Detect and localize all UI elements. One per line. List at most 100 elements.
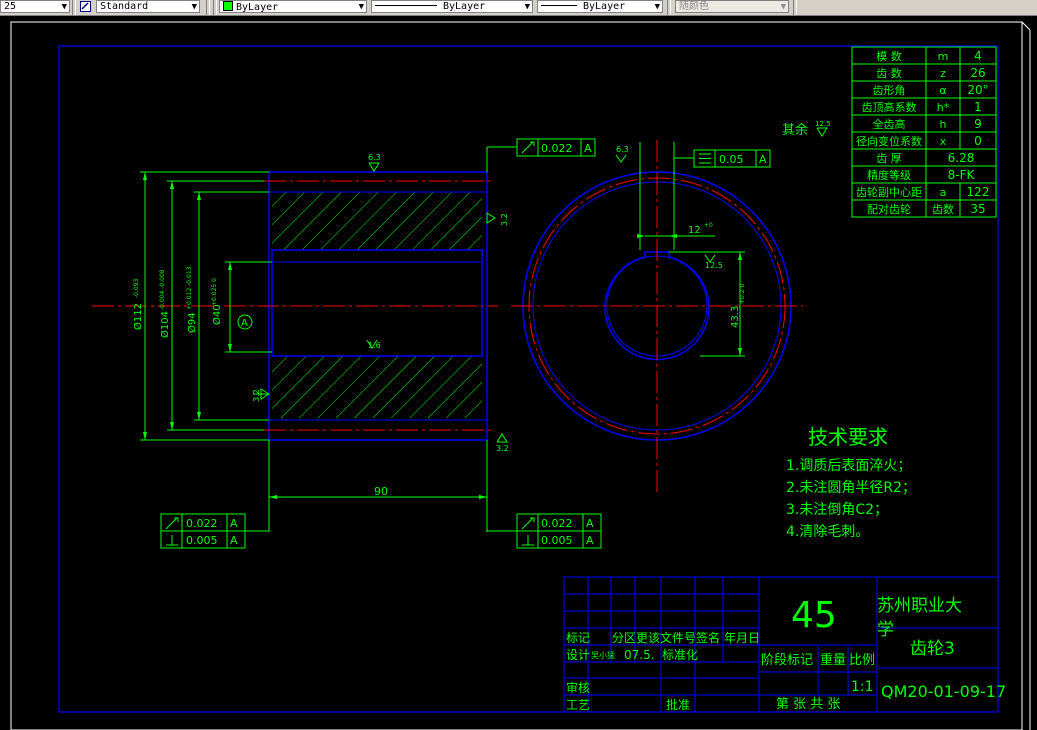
- symmetry-frame: 0.05 A: [693, 149, 771, 168]
- tol-top-val: 0.022: [541, 142, 573, 155]
- param-name: 齿 数: [876, 67, 902, 80]
- param-value: 9: [974, 117, 982, 131]
- dim-length: 90: [374, 485, 388, 498]
- param-symbol: h*: [937, 101, 950, 114]
- color-combo[interactable]: ByLayer ▼: [219, 0, 367, 13]
- symmetry-icon: [699, 153, 711, 164]
- keyway-width: 12: [688, 225, 701, 236]
- tol-bl2-datum: A: [230, 534, 238, 547]
- chevron-down-icon[interactable]: ▼: [655, 1, 660, 12]
- drawing-canvas[interactable]: Ø112 -0.093 Ø104 -0.004 -0.008 Ø94 +0.01…: [0, 15, 1037, 730]
- gear-parameter-table: 模 数 m 4 齿 数 z 26 齿形角 α 20° 齿顶高系数 h* 1 全齿高 h 9 径向变位系数 x 0 齿…: [851, 46, 997, 218]
- chevron-down-icon[interactable]: ▼: [525, 1, 530, 12]
- end-view: 12 +0 43.3 +0.2 0 12.5 6.3 0.05 A 其余 12.…: [511, 120, 831, 494]
- runout-icon: [165, 517, 179, 530]
- tol-br1-val: 0.022: [541, 517, 573, 530]
- param-name: 配对齿轮: [867, 202, 911, 216]
- param-name: 齿顶高系数: [862, 100, 917, 114]
- upper-hatch: [272, 192, 482, 250]
- lineweight-preview-icon: [541, 5, 577, 6]
- param-name: 精度等级: [867, 168, 911, 182]
- param-value: 122: [967, 185, 990, 199]
- param-value: 8-FK: [948, 168, 976, 182]
- text-style-value: Standard: [100, 1, 149, 12]
- param-symbol: α: [939, 84, 946, 97]
- chevron-down-icon[interactable]: ▼: [192, 1, 197, 12]
- lineweight-combo[interactable]: ByLayer ▼: [537, 0, 663, 13]
- sym-val: 0.05: [719, 153, 744, 166]
- text-style-combo[interactable]: Standard ▼: [96, 0, 200, 13]
- tb-mark: 标记: [566, 631, 590, 645]
- tol-bl1-datum: A: [230, 517, 238, 530]
- lineweight-value: ByLayer: [583, 1, 626, 12]
- tech-item: 2.未注圆角半径R2；: [786, 480, 916, 496]
- tb-ratio: 比例: [849, 653, 875, 668]
- tech-item: 1.调质后表面淬火；: [786, 458, 911, 474]
- perpendicular-icon: [166, 535, 178, 546]
- rough-bottom: 3.2: [496, 444, 509, 453]
- rough-top: 6.3: [368, 153, 381, 162]
- toolbar-separator: [793, 0, 797, 15]
- school-name: 苏州职业大: [877, 596, 962, 616]
- chevron-down-icon[interactable]: ▼: [359, 1, 364, 12]
- key-depth-tol: +0.2 0: [739, 284, 746, 304]
- tb-standard: 标准化: [662, 648, 698, 662]
- param-value: 26: [970, 66, 985, 80]
- other-rough-val: 12.5: [815, 120, 831, 128]
- color-value: ByLayer: [236, 2, 279, 13]
- param-symbol: h: [940, 118, 947, 131]
- sym-datum: A: [759, 153, 767, 166]
- dim-d94-tol: +0.012 -0.013: [186, 266, 193, 310]
- tol-bl2-val: 0.005: [186, 534, 218, 547]
- tb-doc: 更该文件号: [636, 630, 696, 645]
- tb-approve: 批准: [666, 697, 690, 712]
- dim-d112-tol: -0.093: [133, 278, 140, 298]
- chevron-down-icon[interactable]: ▼: [62, 1, 67, 12]
- other-rough-icon: [816, 127, 828, 137]
- color-swatch-icon: [223, 1, 233, 11]
- tolerance-frame-top: 0.022 A: [516, 138, 596, 157]
- toolbar-separator: [72, 0, 76, 15]
- param-name: 全齿高: [873, 117, 906, 131]
- tb-craft: 工艺: [566, 698, 590, 712]
- param-value: 1: [974, 100, 982, 114]
- linetype-value: ByLayer: [443, 1, 486, 12]
- dim-d112: Ø112: [132, 303, 144, 330]
- dim-d104-tol: -0.004 -0.008: [159, 269, 166, 310]
- toolbar-separator: [206, 0, 210, 15]
- param-symbol: a: [940, 186, 947, 199]
- linetype-preview-icon: [375, 5, 437, 6]
- other-rough-label: 其余: [782, 122, 808, 138]
- rough-bore: 1.6: [368, 341, 381, 350]
- dim-d104: Ø104: [159, 311, 171, 338]
- datum-label: A: [241, 318, 248, 329]
- toolbar-separator: [213, 0, 217, 15]
- tb-stage: 阶段标记: [761, 653, 813, 668]
- tb-review: 审核: [566, 680, 590, 695]
- material: 45: [791, 595, 837, 636]
- rough-right: 3.2: [500, 213, 509, 226]
- tb-sign: 签名: [696, 630, 720, 645]
- dimstyle-combo[interactable]: 25 ▼: [0, 0, 70, 13]
- tb-designer-label: 设计: [566, 648, 590, 662]
- param-value: 6.28: [948, 151, 975, 165]
- section-view: Ø112 -0.093 Ø104 -0.004 -0.008 Ø94 +0.01…: [92, 138, 627, 549]
- rough-keyway: 12.5: [705, 261, 723, 270]
- tol-br1-datum: A: [586, 517, 594, 530]
- tol-top-datum: A: [584, 142, 592, 155]
- tol-br2-val: 0.005: [541, 534, 573, 547]
- chevron-down-icon[interactable]: ▼: [781, 1, 786, 12]
- param-name: 齿轮副中心距: [856, 185, 922, 199]
- tolerance-frames-left: 0.022 A 0.005 A: [160, 513, 269, 549]
- rough-key-top: 6.3: [616, 145, 629, 154]
- param-name: 径向变位系数: [856, 134, 922, 148]
- plotstyle-value: 随颜色: [679, 1, 709, 12]
- school-name-2: 学: [877, 620, 894, 640]
- keyway-tol: +0: [704, 222, 713, 229]
- linetype-combo[interactable]: ByLayer ▼: [371, 0, 533, 13]
- perpendicular-icon: [522, 535, 534, 546]
- plotstyle-combo[interactable]: 随颜色 ▼: [675, 0, 789, 13]
- lower-hatch: [272, 356, 482, 418]
- tech-item: 4.清除毛刺。: [786, 524, 869, 540]
- text-style-icon[interactable]: [80, 1, 91, 12]
